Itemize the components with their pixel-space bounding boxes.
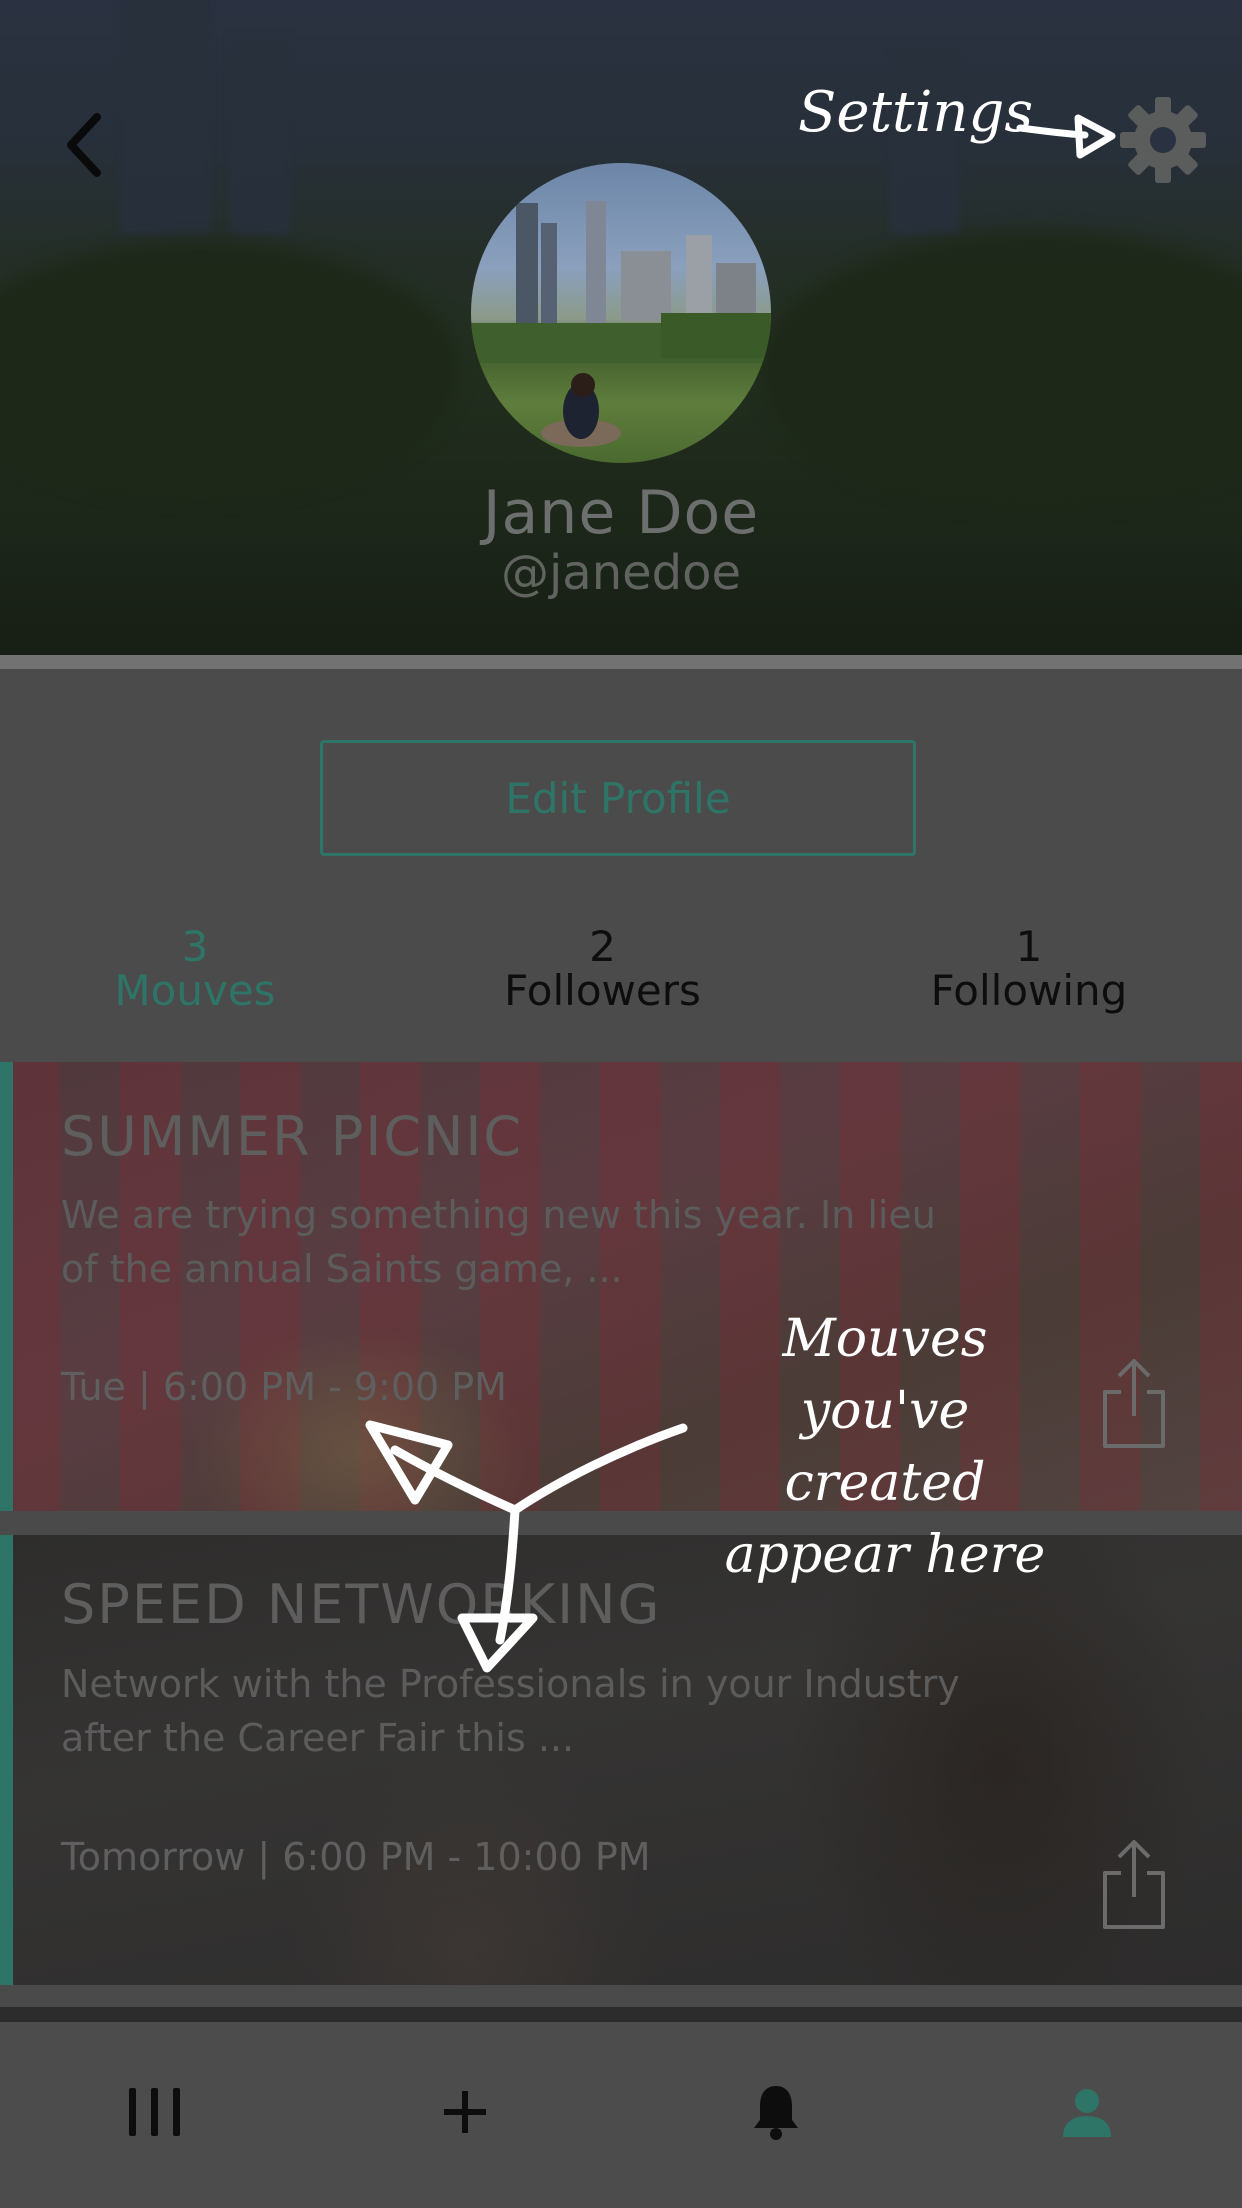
background-building [120,0,210,235]
mouve-time: Tue | 6:00 PM - 9:00 PM [61,1365,507,1409]
background-trees [0,240,460,500]
share-button[interactable] [1097,1354,1171,1454]
background-building [230,35,290,235]
stat-following-label: Following [930,966,1128,1015]
bottom-nav [0,2022,1242,2208]
chevron-left-icon [67,113,101,177]
settings-button[interactable] [1118,95,1208,185]
avatar-photo [471,201,771,447]
share-icon [1103,1359,1165,1448]
mouve-card[interactable]: SPEED NETWORKING Network with the Profes… [0,1535,1242,1985]
mouves-annotation: Mouves you've created appear here [724,1309,1046,1585]
stat-mouves-count: 3 [181,922,209,971]
stat-following[interactable]: 1 Following [898,925,1160,1013]
card-accent-bar [0,1535,13,1985]
avatar[interactable] [471,163,771,463]
profile-name: Jane Doe [482,478,760,548]
nav-feed[interactable] [95,2057,215,2167]
profile-handle: @janedoe [500,545,742,601]
nav-notifications[interactable] [716,2057,836,2167]
gear-icon [1120,97,1206,183]
stat-following-count: 1 [1015,922,1043,971]
mouve-description: We are trying something new this year. I… [61,1193,936,1291]
card-separator [0,1985,1242,2007]
profile-header: Jane Doe @janedoe [0,0,1242,655]
stat-mouves-label: Mouves [114,966,276,1015]
mouve-title: SUMMER PICNIC [61,1105,524,1168]
person-icon [1063,2089,1111,2137]
nav-create[interactable] [405,2057,525,2167]
nav-profile[interactable] [1027,2057,1147,2167]
edit-profile-button[interactable]: Edit Profile [320,740,916,856]
plus-icon [444,2091,486,2133]
back-button[interactable] [55,105,115,185]
mouve-description: Network with the Professionals in your I… [61,1662,960,1760]
settings-annotation: Settings [798,80,1034,145]
share-button[interactable] [1097,1835,1171,1935]
stat-followers-label: Followers [504,966,701,1015]
stat-followers-count: 2 [589,922,616,971]
card-accent-bar [0,1062,13,1511]
stat-followers[interactable]: 2 Followers [465,925,740,1013]
feed-icon [129,2088,180,2136]
mouve-time: Tomorrow | 6:00 PM - 10:00 PM [61,1835,651,1879]
mouve-title: SPEED NETWORKING [61,1573,662,1636]
stat-mouves[interactable]: 3 Mouves [60,925,330,1013]
background-trees [760,230,1242,510]
bell-icon [754,2086,798,2140]
share-icon [1103,1840,1165,1929]
